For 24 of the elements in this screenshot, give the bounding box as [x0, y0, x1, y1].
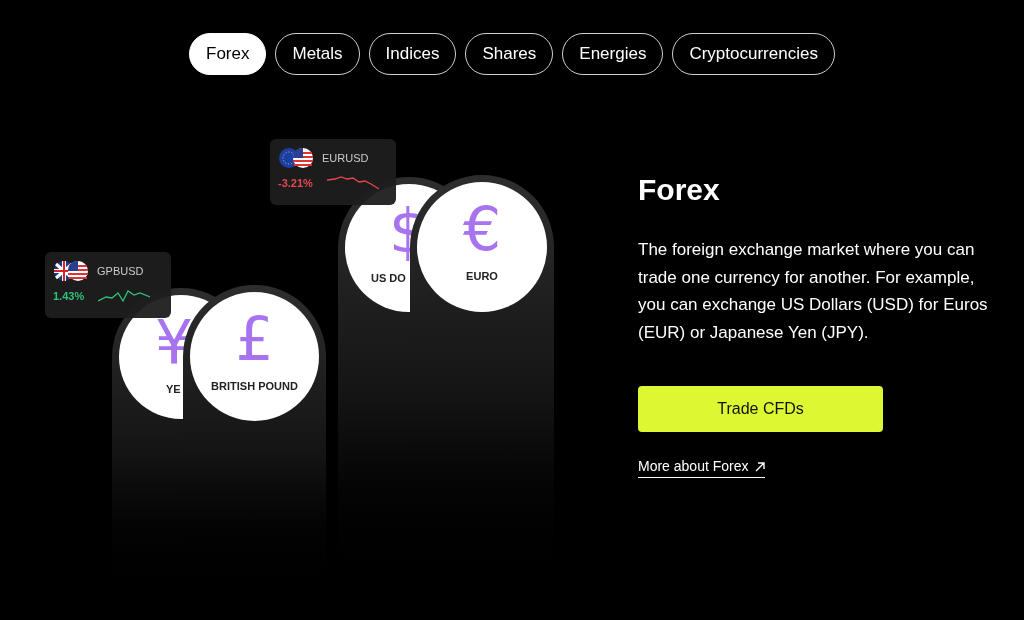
category-tab[interactable]: Indices — [368, 33, 457, 75]
sparkline-icon — [326, 175, 379, 192]
pair-name: EURUSD — [322, 150, 369, 166]
trade-button[interactable]: Trade CFDs — [638, 386, 883, 432]
change-value: -3.21% — [278, 176, 313, 191]
category-tab[interactable]: Energies — [562, 33, 664, 75]
currency-label: YE — [166, 382, 181, 397]
currency-label: US DO — [371, 271, 406, 286]
more-link[interactable]: More about Forex — [638, 456, 765, 478]
currency-symbol: € — [461, 194, 503, 264]
category-tab[interactable]: Cryptocurrencies — [672, 33, 835, 75]
category-tab[interactable]: Shares — [465, 33, 554, 75]
category-tab[interactable]: Forex — [189, 33, 267, 75]
currency-label: EURO — [465, 269, 499, 284]
change-value: 1.43% — [53, 289, 85, 304]
category-tab[interactable]: Metals — [275, 33, 360, 75]
pair-name: GPBUSD — [97, 263, 144, 279]
currency-symbol: £ — [234, 304, 275, 374]
currency-label: BRITISH POUND — [210, 379, 299, 394]
section-title: Forex — [638, 172, 721, 208]
flag-pair-icon — [278, 147, 314, 169]
flag-pair-icon — [53, 260, 89, 282]
description: The foreign exchange market where you can trade one currency for another. For example, you can exchange US Dollars (USD) for Euros (EUR) or Japanese Yen (JPY). — [638, 239, 989, 344]
arrow-icon — [754, 461, 765, 472]
